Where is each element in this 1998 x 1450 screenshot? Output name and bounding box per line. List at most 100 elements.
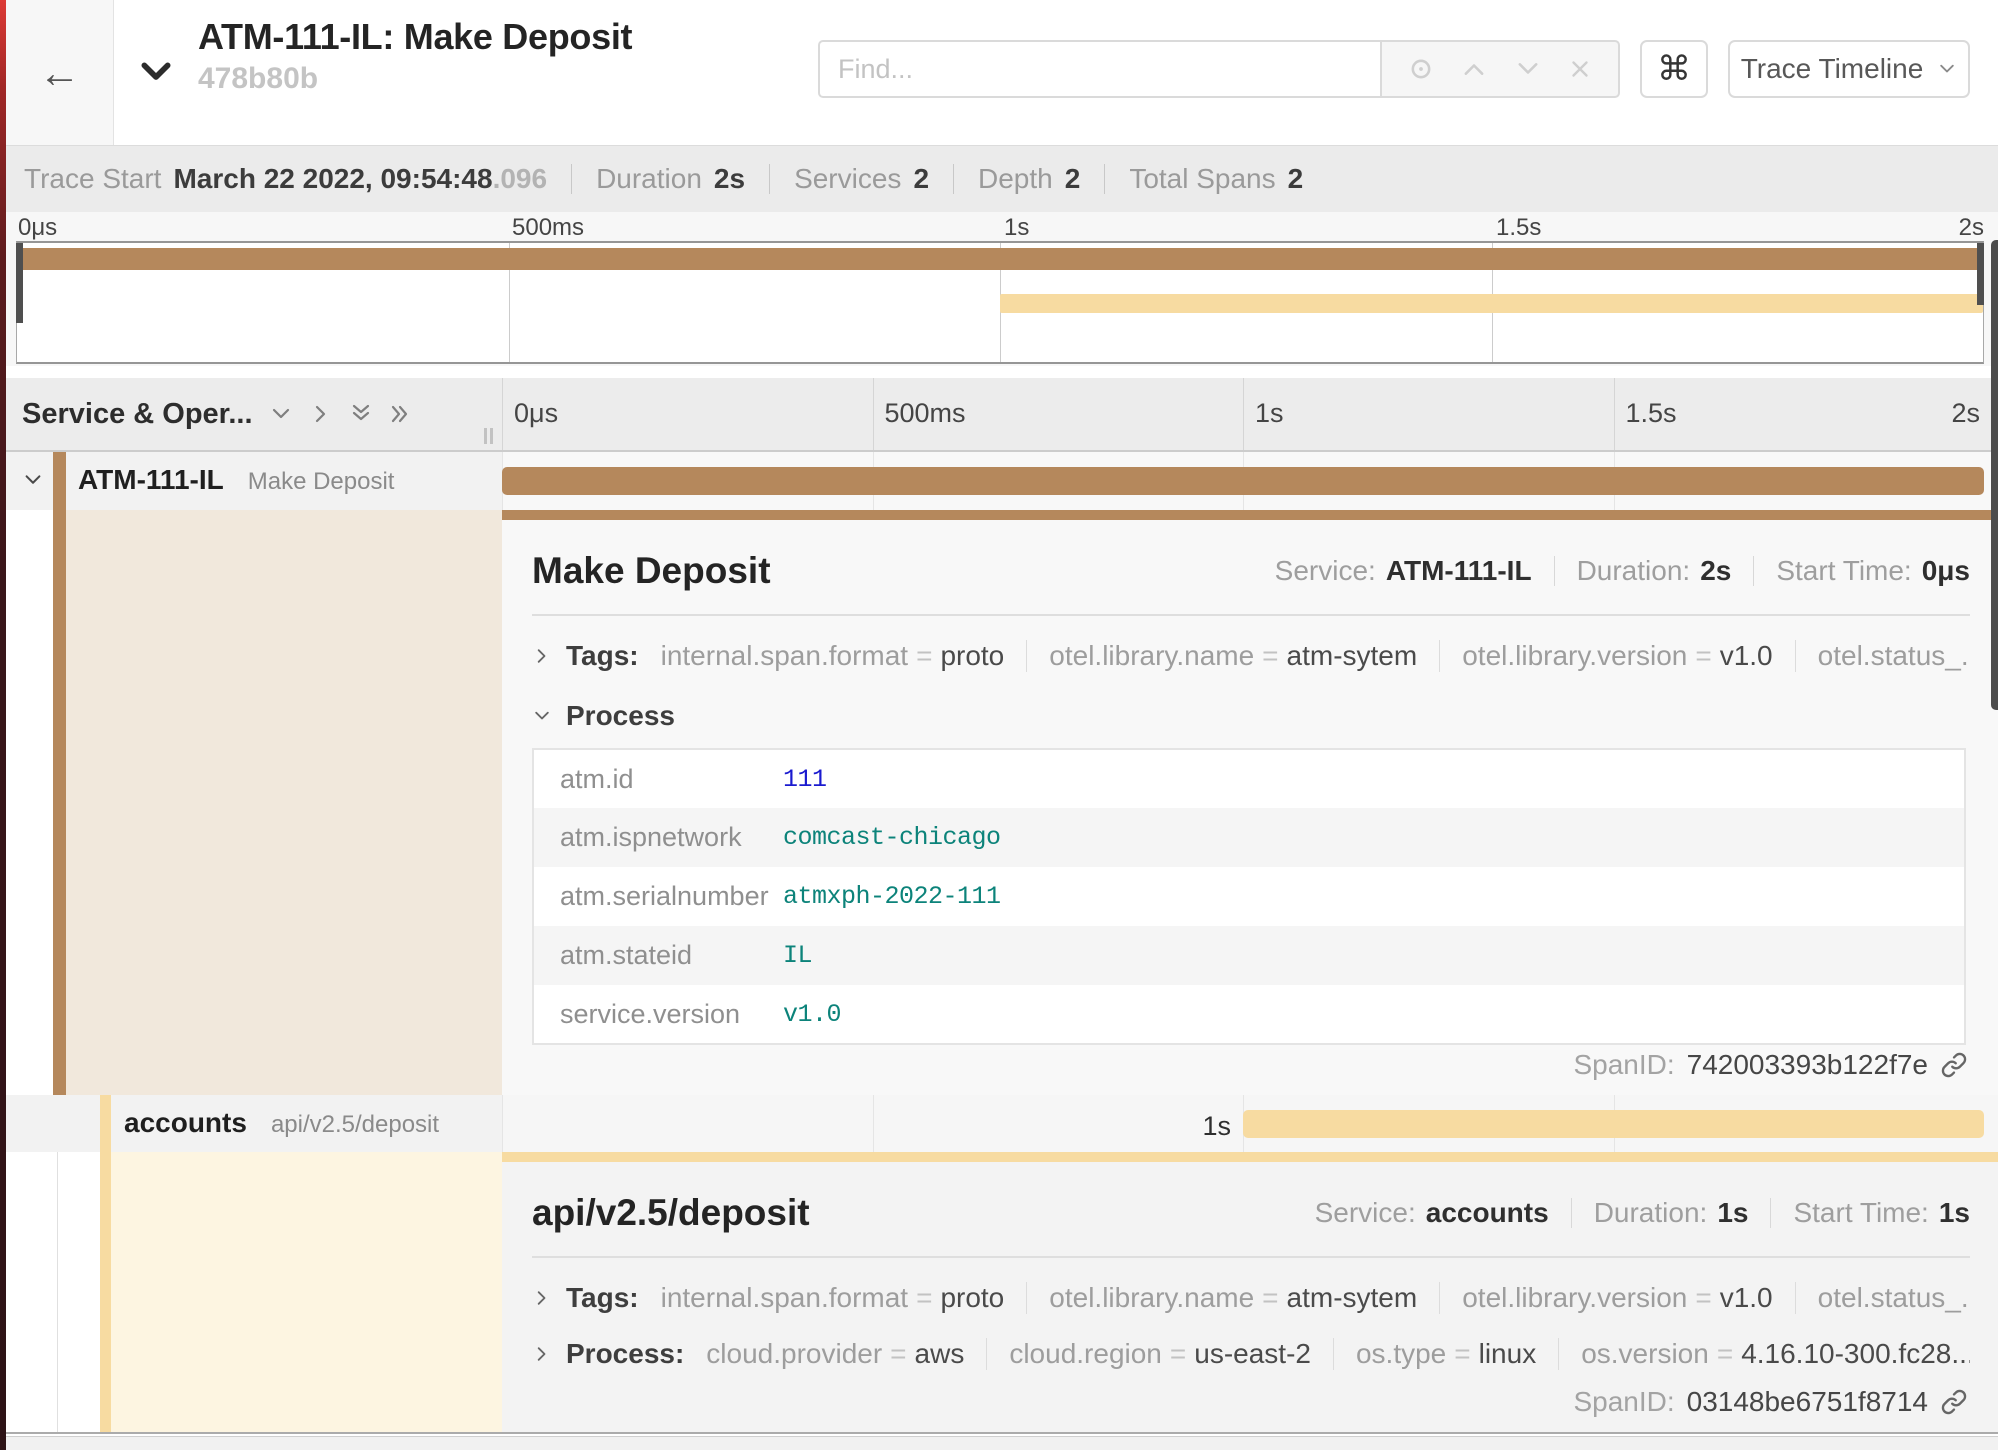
back-button[interactable]: ← xyxy=(6,0,114,145)
separator xyxy=(1753,556,1754,586)
jaeger-trace-view: ← ATM-111-IL: Make Deposit 478b80b xyxy=(0,0,1998,1450)
table-row: service.version v1.0 xyxy=(533,985,1965,1044)
process-label: Process xyxy=(566,700,675,732)
span-row-accounts[interactable]: accountsapi/v2.5/deposit 1s xyxy=(6,1095,1998,1152)
span-id-label: SpanID: xyxy=(1573,1049,1674,1081)
ruler-tick: 1s xyxy=(1255,398,1284,429)
trace-view-selector[interactable]: Trace Timeline xyxy=(1728,40,1970,98)
span-name-cell[interactable]: ATM-111-ILMake Deposit xyxy=(6,452,502,510)
span-id-line: SpanID: 742003393b122f7e xyxy=(1573,1049,1968,1081)
duration-value: 2s xyxy=(1700,555,1731,587)
minimap-tick: 1.5s xyxy=(1496,214,1541,242)
separator xyxy=(1439,1282,1440,1314)
ruler-gridline xyxy=(873,378,874,450)
command-icon: ⌘ xyxy=(1657,49,1691,89)
keyboard-shortcuts-button[interactable]: ⌘ xyxy=(1640,40,1708,98)
chevron-right-icon xyxy=(532,646,552,666)
minimap-drag-handle-right[interactable] xyxy=(1977,243,1984,305)
trace-start-label: Trace Start xyxy=(24,163,161,195)
separator xyxy=(571,164,572,194)
find-prev-chevron-up-icon[interactable] xyxy=(1460,55,1488,83)
detail-stats: Service:accounts Duration:1s Start Time:… xyxy=(1315,1197,1970,1229)
total-spans-value: 2 xyxy=(1288,163,1304,195)
collapse-trace-chevron-down-icon[interactable] xyxy=(136,52,176,92)
expand-all-double-chevron-right-icon[interactable] xyxy=(389,402,413,426)
process-section-toggle[interactable]: Process xyxy=(532,700,1970,732)
span-detail-accounts: api/v2.5/deposit Service:accounts Durati… xyxy=(6,1152,1998,1434)
ruler-tick: 0μs xyxy=(514,398,558,429)
trace-minimap: 0μs 500ms 1s 1.5s 2s xyxy=(6,212,1998,366)
start-time-value: 1s xyxy=(1939,1197,1970,1229)
duration-value: 1s xyxy=(1717,1197,1748,1229)
span-detail-panel: Make Deposit Service:ATM-111-IL Duration… xyxy=(502,520,1998,1095)
span-row-atm-111-il[interactable]: ATM-111-ILMake Deposit xyxy=(6,452,1998,510)
tags-row[interactable]: Tags: internal.span.format=proto otel.li… xyxy=(532,1282,1970,1314)
total-spans-label: Total Spans xyxy=(1129,163,1275,195)
span-color-underline xyxy=(502,510,1998,520)
tree-guide-line xyxy=(57,1152,58,1432)
find-clear-close-icon[interactable] xyxy=(1567,56,1593,82)
ruler-tick: 1.5s xyxy=(1626,398,1677,429)
operation-name: Make Deposit xyxy=(248,468,395,495)
span-duration-bar[interactable] xyxy=(1243,1110,1984,1138)
detail-left-gutter xyxy=(6,510,502,1095)
table-row: atm.id 111 xyxy=(533,749,1965,808)
link-icon[interactable] xyxy=(1940,1051,1968,1079)
span-start-label: 1s xyxy=(1202,1111,1231,1142)
find-bar xyxy=(818,40,1620,98)
services-value: 2 xyxy=(913,163,929,195)
operation-title: api/v2.5/deposit xyxy=(532,1192,810,1234)
title-block: ATM-111-IL: Make Deposit 478b80b xyxy=(198,16,632,96)
timeline-ruler: 0μs 500ms 1s 1.5s 2s xyxy=(502,378,1998,450)
ruler-gridline xyxy=(502,378,503,450)
timeline-gridline xyxy=(873,1095,874,1152)
span-duration-bar[interactable] xyxy=(502,467,1984,495)
separator xyxy=(1795,640,1796,672)
minimap-tick: 2s xyxy=(1959,214,1984,242)
scrollbar-thumb[interactable] xyxy=(1991,240,1998,710)
window-edge-strip xyxy=(0,0,6,1450)
table-row: atm.stateid IL xyxy=(533,926,1965,985)
depth-label: Depth xyxy=(978,163,1053,195)
column-resizer-handle[interactable] xyxy=(484,428,493,444)
span-timeline-cell[interactable] xyxy=(502,452,1998,510)
span-timeline-cell[interactable]: 1s xyxy=(502,1095,1998,1152)
bottom-strip xyxy=(6,1436,1998,1450)
ruler-gridline xyxy=(1243,378,1244,450)
find-input[interactable] xyxy=(818,40,1380,98)
detail-row-tint xyxy=(66,510,502,1095)
collapse-all-double-chevron-down-icon[interactable] xyxy=(349,402,373,426)
minimap-canvas[interactable] xyxy=(16,241,1984,364)
link-icon[interactable] xyxy=(1940,1388,1968,1416)
span-color-accent xyxy=(53,510,66,1095)
separator xyxy=(1795,1282,1796,1314)
operation-title: Make Deposit xyxy=(532,550,771,592)
tags-row[interactable]: Tags: internal.span.format=proto otel.li… xyxy=(532,640,1970,672)
separator xyxy=(1026,640,1027,672)
collapse-one-chevron-down-icon[interactable] xyxy=(269,402,293,426)
row-collapse-chevron-down-icon[interactable] xyxy=(22,469,44,491)
span-color-accent xyxy=(100,1095,111,1152)
ruler-tick: 500ms xyxy=(885,398,966,429)
span-detail-panel: api/v2.5/deposit Service:accounts Durati… xyxy=(502,1162,1998,1432)
separator xyxy=(953,164,954,194)
timeline-gridline xyxy=(502,1095,503,1152)
chevron-down-icon xyxy=(1937,59,1957,79)
expand-one-chevron-right-icon[interactable] xyxy=(309,402,333,426)
span-id-value: 03148be6751f8714 xyxy=(1687,1386,1928,1418)
table-row: atm.serialnumber atmxph-2022-111 xyxy=(533,867,1965,926)
duration-label: Duration xyxy=(596,163,702,195)
chevron-right-icon xyxy=(532,1344,552,1364)
detail-left-gutter xyxy=(6,1152,502,1432)
separator xyxy=(1571,1198,1572,1228)
process-row[interactable]: Process: cloud.provider=aws cloud.region… xyxy=(532,1338,1970,1370)
tags-label: Tags: xyxy=(566,640,639,672)
service-value: ATM-111-IL xyxy=(1386,555,1532,587)
focus-target-icon[interactable] xyxy=(1407,55,1435,83)
minimap-drag-handle-left[interactable] xyxy=(16,243,23,323)
span-name-cell[interactable]: accountsapi/v2.5/deposit xyxy=(6,1095,502,1152)
separator xyxy=(1770,1198,1771,1228)
trace-start-ms: .096 xyxy=(493,163,548,195)
trace-summary-bar: Trace Start March 22 2022, 09:54:48.096 … xyxy=(6,146,1998,212)
find-next-chevron-down-icon[interactable] xyxy=(1514,55,1542,83)
